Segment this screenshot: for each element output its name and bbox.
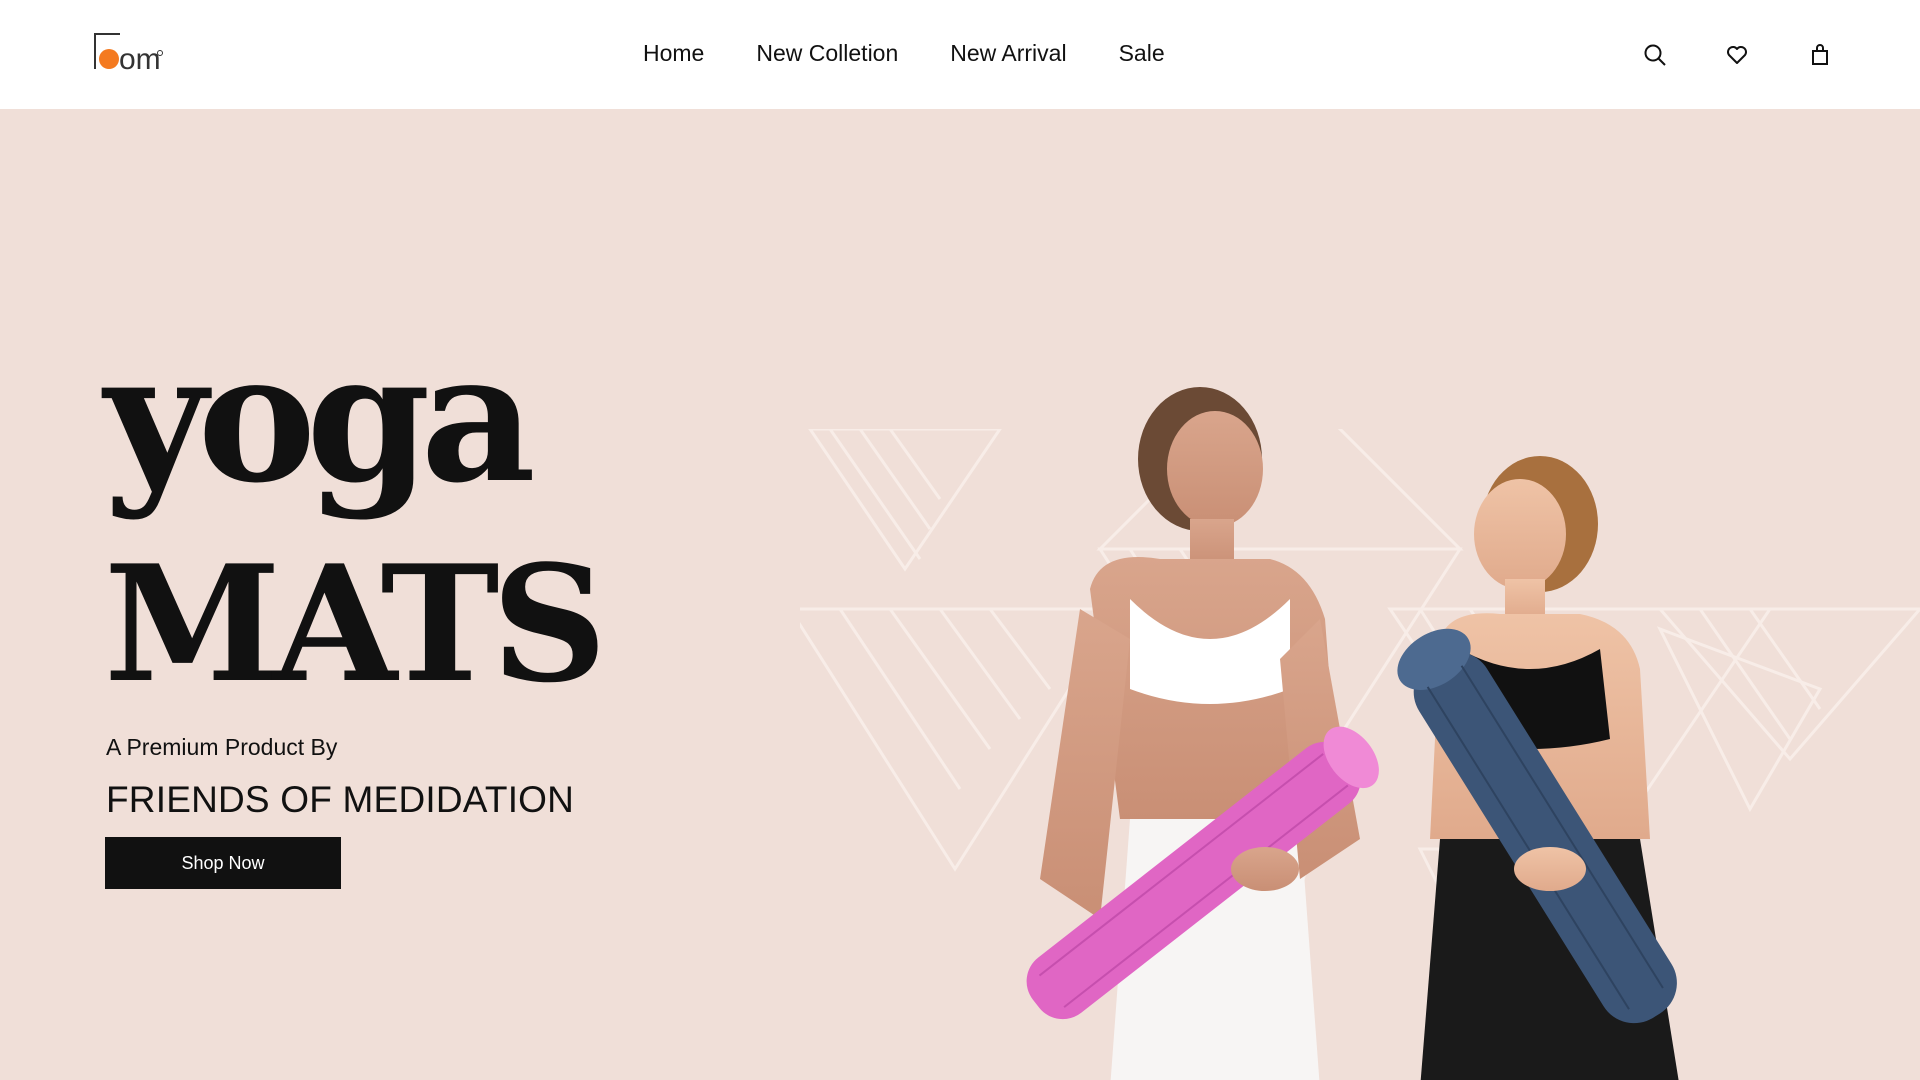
- nav-new-collection[interactable]: New Colletion: [756, 40, 898, 67]
- hero-brand-line: FRIENDS OF MEDIDATION: [106, 779, 575, 820]
- hero-subtitle: A Premium Product By: [106, 734, 338, 760]
- shop-now-button[interactable]: Shop Now: [105, 837, 341, 889]
- search-icon[interactable]: [1640, 40, 1670, 70]
- heart-icon[interactable]: [1722, 40, 1752, 70]
- bag-icon[interactable]: [1805, 40, 1835, 70]
- brand-logo[interactable]: om: [92, 31, 164, 76]
- logo-text: om: [119, 43, 161, 73]
- nav-new-arrival[interactable]: New Arrival: [950, 40, 1066, 67]
- nav-home[interactable]: Home: [643, 40, 704, 67]
- hero-title-line2: MATS: [104, 530, 607, 718]
- nav-sale[interactable]: Sale: [1119, 40, 1165, 67]
- main-nav: Home New Colletion New Arrival Sale: [643, 40, 1165, 67]
- hero-title-line1: yoga: [104, 313, 536, 522]
- site-header: om Home New Colletion New Arrival Sale: [0, 0, 1920, 109]
- hero-banner: yoga MATS A Premium Product By FRIENDS O…: [0, 109, 1920, 1080]
- models-photo: [1026, 387, 1679, 1080]
